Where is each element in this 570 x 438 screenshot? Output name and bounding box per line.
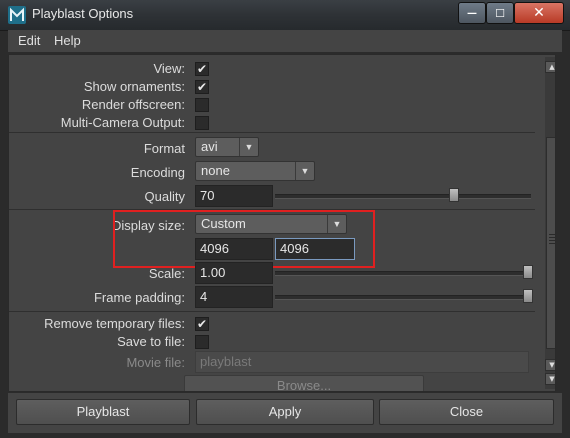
- maximize-icon: ☐: [495, 6, 505, 20]
- scale-slider[interactable]: [275, 271, 531, 276]
- view-checkbox[interactable]: ✔: [195, 62, 209, 76]
- format-dropdown[interactable]: avi ▼: [195, 137, 259, 157]
- divider: [9, 132, 535, 133]
- apply-button[interactable]: Apply: [196, 399, 374, 425]
- render-offscreen-checkbox[interactable]: [195, 98, 209, 112]
- playblast-button[interactable]: Playblast: [16, 399, 190, 425]
- scroll-down-button-2[interactable]: ▼: [545, 373, 555, 385]
- grip-line: [549, 234, 555, 235]
- multi-camera-label: Multi-Camera Output:: [60, 115, 185, 130]
- close-icon: ✕: [533, 5, 545, 21]
- options-panel: View: ✔ Show ornaments: ✔ Render offscre…: [8, 54, 556, 392]
- view-label: View:: [153, 61, 185, 76]
- quality-slider-handle[interactable]: [448, 188, 459, 202]
- maya-app-icon: [8, 6, 26, 24]
- close-window-button[interactable]: ✕: [514, 2, 564, 24]
- show-ornaments-checkbox[interactable]: ✔: [195, 80, 209, 94]
- annotation-highlight-box: [113, 210, 375, 268]
- movie-file-input[interactable]: playblast: [195, 351, 529, 373]
- checkmark-icon: ✔: [196, 62, 208, 76]
- scrollbar[interactable]: ▲ ▼ ▼: [545, 57, 555, 389]
- chevron-down-icon: ▼: [549, 361, 555, 369]
- button-bar: Playblast Apply Close: [8, 393, 562, 433]
- minimize-icon: —: [467, 7, 477, 19]
- window-title: Playblast Options: [32, 6, 134, 21]
- menu-help[interactable]: Help: [54, 33, 81, 48]
- format-label: Format: [143, 141, 185, 156]
- grip-line: [549, 243, 555, 244]
- quality-field[interactable]: 70: [195, 185, 273, 207]
- quality-slider[interactable]: [275, 194, 531, 199]
- chevron-down-icon: ▼: [295, 162, 314, 180]
- scale-label: Scale:: [148, 266, 185, 281]
- menu-edit[interactable]: Edit: [18, 33, 40, 48]
- checkmark-icon: ✔: [196, 317, 208, 331]
- frame-padding-field[interactable]: 4: [195, 286, 273, 308]
- save-to-file-label: Save to file:: [117, 334, 185, 349]
- chevron-down-icon: ▼: [549, 375, 555, 383]
- maximize-button[interactable]: ☐: [486, 2, 514, 24]
- render-offscreen-label: Render offscreen:: [81, 97, 185, 112]
- menu-bar: Edit Help: [8, 30, 562, 52]
- save-to-file-checkbox[interactable]: [195, 335, 209, 349]
- minimize-button[interactable]: —: [458, 2, 486, 24]
- remove-temp-checkbox[interactable]: ✔: [195, 317, 209, 331]
- remove-temp-label: Remove temporary files:: [44, 316, 185, 331]
- multi-camera-checkbox[interactable]: [195, 116, 209, 130]
- divider: [9, 311, 535, 312]
- encoding-dropdown[interactable]: none ▼: [195, 161, 315, 181]
- scroll-up-button[interactable]: ▲: [545, 61, 555, 73]
- show-ornaments-label: Show ornaments:: [83, 79, 185, 94]
- scale-field[interactable]: 1.00: [195, 262, 273, 284]
- quality-label: Quality: [144, 189, 185, 204]
- frame-padding-slider[interactable]: [275, 295, 531, 300]
- frame-padding-label: Frame padding:: [93, 290, 185, 305]
- browse-button[interactable]: Browse...: [184, 375, 424, 391]
- grip-line: [549, 237, 555, 238]
- chevron-up-icon: ▲: [549, 63, 555, 71]
- encoding-value: none: [201, 163, 230, 178]
- frame-padding-slider-handle[interactable]: [523, 289, 533, 303]
- encoding-label: Encoding: [130, 165, 185, 180]
- grip-line: [549, 240, 555, 241]
- checkmark-icon: ✔: [196, 80, 208, 94]
- title-bar[interactable]: Playblast Options — ☐ ✕: [0, 0, 570, 31]
- scale-slider-handle[interactable]: [523, 265, 533, 279]
- close-button[interactable]: Close: [379, 399, 554, 425]
- chevron-down-icon: ▼: [239, 138, 258, 156]
- format-value: avi: [201, 139, 218, 154]
- scroll-down-button[interactable]: ▼: [545, 359, 555, 371]
- scroll-thumb[interactable]: [546, 137, 555, 349]
- movie-file-label: Movie file:: [126, 355, 185, 370]
